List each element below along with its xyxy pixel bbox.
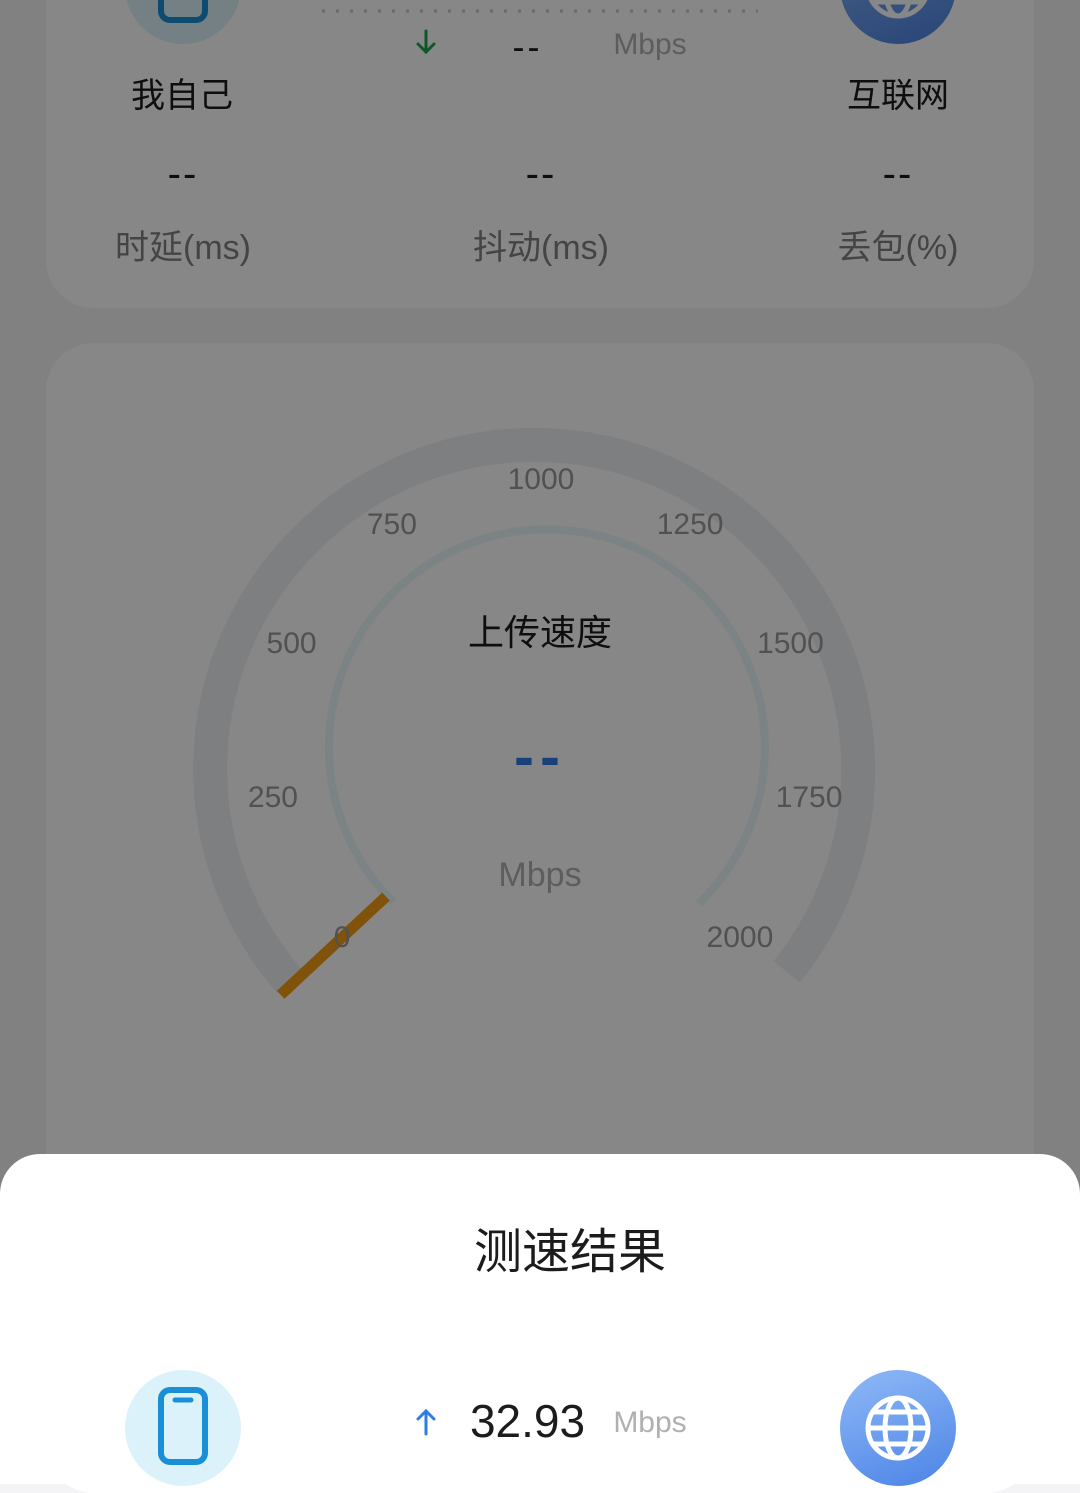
upload-arrow-icon [416,1408,436,1436]
globe-icon [840,1370,956,1486]
upload-result-value: 32.93 [469,1395,586,1447]
result-sheet-title: 测速结果 [473,1226,666,1279]
speed-test-page: 我自己 互联网 -- Mbps -- -- -- 时延(ms) 抖动(ms) 丢… [0,0,1080,1493]
phone-icon [125,1370,241,1486]
upload-result-unit: Mbps [613,1406,687,1439]
